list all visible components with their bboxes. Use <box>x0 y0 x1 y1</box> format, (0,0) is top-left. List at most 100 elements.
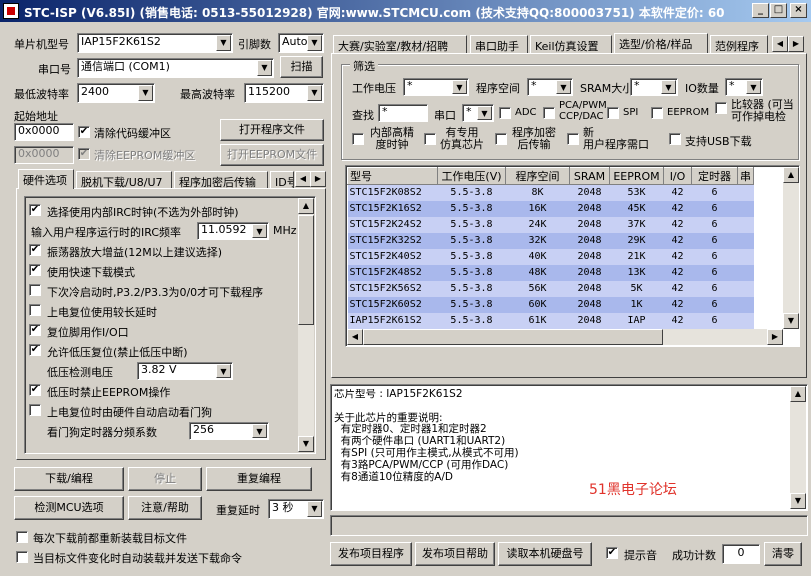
tab-offline-download[interactable]: 脱机下载/U8/U7 <box>76 171 172 189</box>
scroll-up-icon[interactable]: ▲ <box>298 198 314 214</box>
option-checkbox[interactable] <box>29 284 41 296</box>
option-checkbox[interactable]: ✔ <box>29 344 41 356</box>
tab-id[interactable]: ID号 <box>270 171 294 189</box>
watchdog-prescaler-select[interactable]: 256 ▼ <box>189 422 269 440</box>
mcu-type-select[interactable]: IAP15F2K61S2 ▼ <box>77 33 233 53</box>
table-vscrollbar[interactable]: ▲ ▼ <box>783 167 799 329</box>
chevron-down-icon[interactable]: ▼ <box>307 85 322 101</box>
option-auto-watchdog[interactable]: 上电复位时由硬件自动启动看门狗 <box>27 401 297 421</box>
option-disable-eeprom-low-voltage[interactable]: ✔ 低压时禁止EEPROM操作 <box>27 381 297 401</box>
table-row[interactable]: STC15F2K08S2 5.5-3.8 8K 2048 53K 42 6 <box>347 184 754 201</box>
adc-checkbox[interactable] <box>499 107 511 119</box>
open-program-file-button[interactable]: 打开程序文件 <box>220 119 324 141</box>
tab-hardware-options[interactable]: 硬件选项 <box>18 169 74 189</box>
progspace-filter-select[interactable]: * ▼ <box>527 78 573 96</box>
column-header[interactable]: 串 <box>737 167 754 185</box>
table-row[interactable]: IAP15F2K61S2 5.5-3.8 61K 2048 IAP 42 6 <box>347 312 754 329</box>
column-header[interactable]: SRAM <box>569 167 610 185</box>
column-header[interactable]: 程序空间 <box>505 167 570 185</box>
internal-irc-checkbox[interactable] <box>352 133 364 145</box>
table-row[interactable]: STC15F2K32S2 5.5-3.8 32K 2048 29K 42 6 <box>347 232 754 249</box>
voltage-filter-select[interactable]: * ▼ <box>403 78 469 96</box>
column-header[interactable]: 型号 <box>347 167 438 185</box>
table-row[interactable]: STC15F2K24S2 5.5-3.8 24K 2048 37K 42 6 <box>347 216 754 233</box>
chevron-down-icon[interactable]: ▼ <box>307 501 322 517</box>
chevron-down-icon[interactable]: ▼ <box>252 224 267 238</box>
chip-info-area[interactable]: 芯片型号 : IAP15F2K61S2 关于此芯片的重要说明: 有定时器0、定时器… <box>330 384 808 511</box>
repeat-delay-select[interactable]: 3 秒 ▼ <box>268 499 324 519</box>
column-header[interactable]: 工作电压(V) <box>437 167 506 185</box>
pca-checkbox[interactable] <box>543 107 555 119</box>
option-checkbox[interactable]: ✔ <box>29 324 41 336</box>
table-row[interactable]: STC15F2K60S2 5.5-3.8 60K 2048 1K 42 6 <box>347 296 754 313</box>
scroll-down-icon[interactable]: ▼ <box>790 493 806 509</box>
chevron-down-icon[interactable]: ▼ <box>556 80 571 94</box>
chevron-down-icon[interactable]: ▼ <box>138 85 153 101</box>
column-header[interactable]: 定时器 <box>691 167 738 185</box>
io-filter-select[interactable]: * ▼ <box>725 78 763 96</box>
option-checkbox[interactable]: ✔ <box>29 204 41 216</box>
chevron-down-icon[interactable]: ▼ <box>452 80 467 94</box>
search-input[interactable]: * <box>378 104 428 122</box>
irc-frequency-select[interactable]: 11.0592 ▼ <box>197 222 269 240</box>
option-checkbox[interactable] <box>29 304 41 316</box>
code-address-input[interactable]: 0x0000 <box>14 123 74 141</box>
max-baud-select[interactable]: 115200 ▼ <box>244 83 324 103</box>
option-oscillator-gain[interactable]: ✔ 振荡器放大增益(12M以上建议选择) <box>27 241 297 261</box>
table-row[interactable]: STC15F2K56S2 5.5-3.8 56K 2048 5K 42 6 <box>347 280 754 297</box>
chevron-down-icon[interactable]: ▼ <box>661 80 676 94</box>
scroll-right-icon[interactable]: ▶ <box>767 329 783 345</box>
tab-serial-assistant[interactable]: 串口助手 <box>470 35 528 53</box>
option-checkbox[interactable]: ✔ <box>29 264 41 276</box>
chevron-down-icon[interactable]: ▼ <box>307 35 322 51</box>
tab-selection-price[interactable]: 选型/价格/样品 <box>614 33 708 53</box>
detect-mcu-button[interactable]: 检测MCU选项 <box>14 496 124 520</box>
sram-filter-select[interactable]: * ▼ <box>630 78 678 96</box>
scroll-down-icon[interactable]: ▼ <box>783 313 799 329</box>
options-scrollbar[interactable]: ▲ ▼ <box>298 198 314 452</box>
beep-checkbox[interactable]: ✔ <box>606 547 618 559</box>
scroll-up-icon[interactable]: ▲ <box>783 167 799 183</box>
publish-help-button[interactable]: 发布项目帮助 <box>415 542 495 566</box>
tab-scroll-right-icon[interactable]: ▶ <box>788 36 804 52</box>
table-row[interactable]: STC15F2K48S2 5.5-3.8 48K 2048 13K 42 6 <box>347 264 754 281</box>
column-header[interactable]: EEPROM <box>609 167 664 185</box>
tab-sample-programs[interactable]: 范例程序 <box>710 35 768 53</box>
minimize-button[interactable]: _ <box>752 3 769 18</box>
tab-contest-lab[interactable]: 大赛/实验室/教材/招聘 <box>333 35 467 53</box>
option-long-reset-delay[interactable]: 上电复位使用较长延时 <box>27 301 297 321</box>
serial-port-select[interactable]: 通信端口 (COM1) ▼ <box>77 58 274 78</box>
pin-count-select[interactable]: Auto ▼ <box>278 33 324 53</box>
download-program-button[interactable]: 下载/编程 <box>14 467 124 491</box>
tab-scroll-left-icon[interactable]: ◀ <box>772 36 788 52</box>
option-low-voltage-reset[interactable]: ✔ 允许低压复位(禁止低压中断) <box>27 341 297 361</box>
option-fast-download[interactable]: ✔ 使用快速下载模式 <box>27 261 297 281</box>
column-header[interactable]: I/O <box>663 167 692 185</box>
chevron-down-icon[interactable]: ▼ <box>252 424 267 438</box>
close-button[interactable]: × <box>790 3 807 18</box>
scroll-up-icon[interactable]: ▲ <box>790 386 806 402</box>
option-checkbox[interactable]: ✔ <box>29 244 41 256</box>
usb-download-checkbox[interactable] <box>669 133 681 145</box>
scroll-down-icon[interactable]: ▼ <box>298 436 314 452</box>
option-reset-pin-as-io[interactable]: ✔ 复位脚用作I/O口 <box>27 321 297 341</box>
help-button[interactable]: 注意/帮助 <box>128 496 202 520</box>
option-internal-irc[interactable]: ✔ 选择使用内部IRC时钟(不选为外部时钟) <box>27 201 297 221</box>
tab-keil-emulation[interactable]: Keil仿真设置 <box>530 35 612 53</box>
chevron-down-icon[interactable]: ▼ <box>477 106 492 120</box>
info-scrollbar[interactable]: ▲ ▼ <box>790 386 806 509</box>
table-row[interactable]: STC15F2K16S2 5.5-3.8 16K 2048 45K 42 6 <box>347 200 754 217</box>
auto-reload-checkbox[interactable] <box>16 551 28 563</box>
eeprom-checkbox[interactable] <box>651 107 663 119</box>
new-feature-checkbox[interactable] <box>567 133 579 145</box>
option-checkbox[interactable]: ✔ <box>29 384 41 396</box>
clear-code-buffer-checkbox[interactable]: ✔ <box>78 126 90 138</box>
option-cold-start-p32-p33[interactable]: 下次冷启动时,P3.2/P3.3为0/0才可下载程序 <box>27 281 297 301</box>
chevron-down-icon[interactable]: ▼ <box>216 364 231 378</box>
encrypt-checkbox[interactable] <box>495 133 507 145</box>
repeat-program-button[interactable]: 重复编程 <box>206 467 312 491</box>
emulator-checkbox[interactable] <box>424 133 436 145</box>
option-checkbox[interactable] <box>29 404 41 416</box>
scan-button[interactable]: 扫描 <box>280 56 323 78</box>
low-voltage-select[interactable]: 3.82 V ▼ <box>137 362 233 380</box>
